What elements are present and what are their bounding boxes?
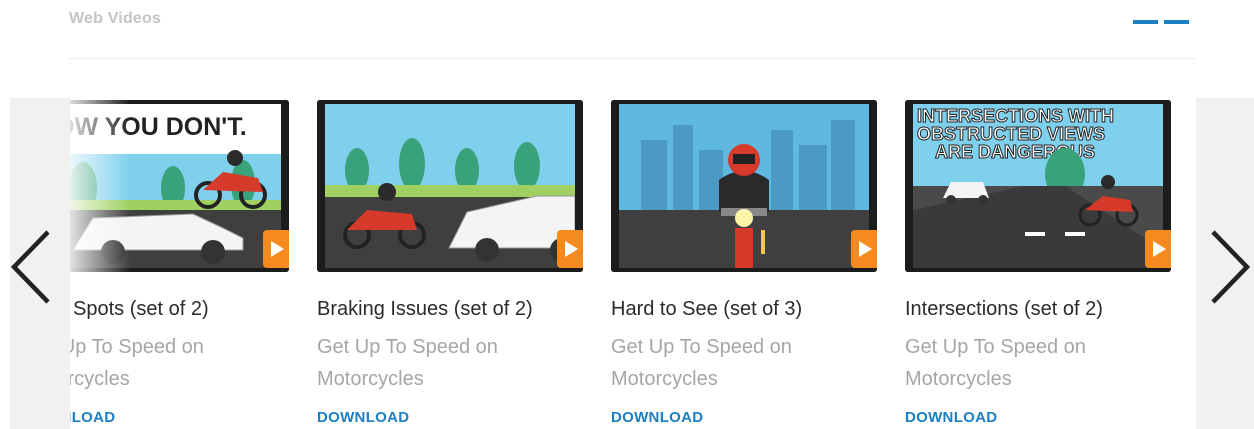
- play-icon[interactable]: [263, 230, 289, 268]
- video-subtitle: Get Up To Speed on Motorcycles: [70, 336, 204, 390]
- video-thumbnail[interactable]: INTERSECTIONS WITH OBSTRUCTED VIEWS ARE …: [905, 100, 1171, 272]
- thumbnail-banner-line-1: INTERSECTIONS WITH: [917, 106, 1114, 126]
- thumbnail-image: [611, 100, 877, 272]
- download-link[interactable]: DOWNLOAD: [317, 409, 409, 426]
- carousel-viewport: NOW YOU DON'T. Spots (set of 2) p To Spe…: [70, 98, 1196, 429]
- video-card-hard-to-see: Hard to See (set of 3) Get Up To Speed o…: [611, 98, 905, 427]
- video-card-blind-spots: NOW YOU DON'T. Spots (set of 2) p To Spe…: [70, 98, 317, 427]
- play-icon[interactable]: [851, 230, 877, 268]
- thumbnail-image: INTERSECTIONS WITH OBSTRUCTED VIEWS ARE …: [905, 100, 1171, 272]
- carousel-next-button[interactable]: [1205, 228, 1253, 306]
- carousel-prev-button[interactable]: [8, 228, 56, 306]
- section-title: Web Videos: [69, 10, 162, 27]
- thumbnail-banner-line-2: OBSTRUCTED VIEWS: [917, 124, 1105, 144]
- video-subtitle: Get Up To Speed on Motorcycles: [317, 336, 498, 390]
- pager-dot-1[interactable]: [1133, 20, 1158, 24]
- carousel-pager: [1133, 20, 1189, 24]
- download-link[interactable]: DOWNLOAD: [611, 409, 703, 426]
- thumbnail-image: [317, 100, 583, 272]
- play-icon[interactable]: [1145, 230, 1171, 268]
- video-title: Hard to See (set of 3): [611, 298, 803, 320]
- chevron-left-icon: [10, 230, 50, 304]
- video-card-braking-issues: Braking Issues (set of 2) Get Up To Spee…: [317, 98, 611, 427]
- video-subtitle: Get Up To Speed on Motorcycles: [905, 336, 1086, 390]
- video-thumbnail[interactable]: NOW YOU DON'T.: [70, 100, 289, 272]
- pager-dot-2[interactable]: [1164, 20, 1189, 24]
- video-subtitle: Get Up To Speed on Motorcycles: [611, 336, 792, 390]
- video-title: Intersections (set of 2): [905, 298, 1103, 320]
- thumbnail-banner: NOW YOU DON'T.: [70, 113, 247, 141]
- chevron-right-icon: [1211, 230, 1251, 304]
- video-title: Braking Issues (set of 2): [317, 298, 533, 320]
- video-thumbnail[interactable]: [611, 100, 877, 272]
- thumbnail-image: NOW YOU DON'T.: [70, 100, 289, 272]
- video-thumbnail[interactable]: [317, 100, 583, 272]
- play-icon[interactable]: [557, 230, 583, 268]
- video-title: Blind Spots (set of 2): [70, 298, 209, 320]
- carousel-track: NOW YOU DON'T. Spots (set of 2) p To Spe…: [70, 98, 1196, 427]
- video-card-intersections: INTERSECTIONS WITH OBSTRUCTED VIEWS ARE …: [905, 98, 1196, 427]
- section-divider: [69, 58, 1195, 59]
- download-link[interactable]: DOWNLOAD: [905, 409, 997, 426]
- download-link[interactable]: DOWNLOAD: [70, 409, 115, 426]
